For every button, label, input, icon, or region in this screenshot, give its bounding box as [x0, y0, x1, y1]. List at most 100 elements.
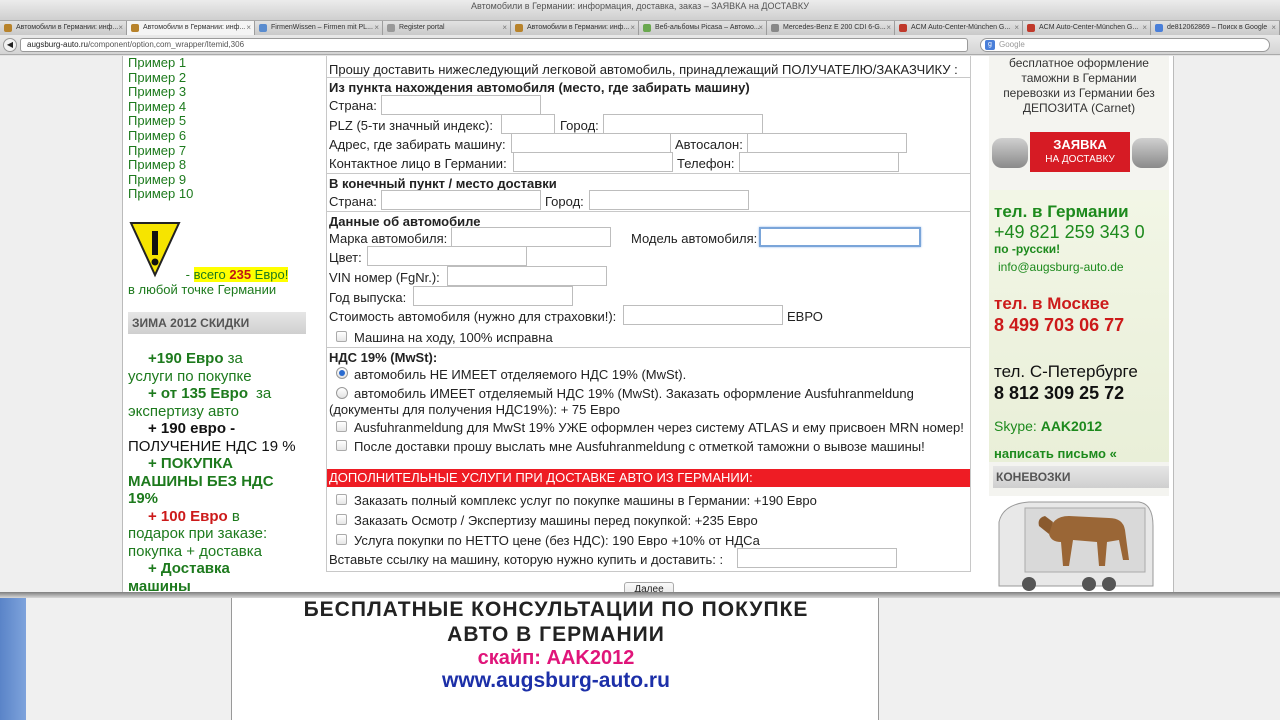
dealer-input[interactable]: [747, 133, 907, 153]
vat-option-1-radio[interactable]: [336, 367, 348, 379]
overlay-top-edge: [0, 592, 1280, 598]
extra-2-checkbox[interactable]: [336, 514, 347, 525]
close-tab-icon[interactable]: ×: [502, 21, 507, 35]
promo-caption: БЕСПЛАТНЫЕ КОНСУЛЬТАЦИИ ПО ПОКУПКЕ АВТО …: [231, 592, 879, 720]
promo-3-amount: + 190 евро: [148, 420, 227, 437]
sample-link-4[interactable]: Пример 4: [128, 99, 308, 115]
window-titlebar: Автомобили в Германии: информация, доста…: [0, 0, 1280, 21]
brand-input[interactable]: [451, 227, 611, 247]
close-tab-icon[interactable]: ×: [374, 21, 379, 35]
model-input[interactable]: [759, 227, 921, 247]
browser-tab[interactable]: Веб-альбомы Picasa – Автомо... ×: [639, 21, 767, 35]
search-input[interactable]: g Google: [980, 38, 1270, 52]
pickup-city-input[interactable]: [603, 114, 763, 134]
sample-link-9[interactable]: Пример 9: [128, 172, 308, 188]
order-delivery-banner[interactable]: ЗАЯВКА НА ДОСТАВКУ: [992, 130, 1168, 176]
running-label: Машина на ходу, 100% исправна: [354, 330, 553, 345]
dest-city-input[interactable]: [589, 190, 749, 210]
sample-link-8[interactable]: Пример 8: [128, 158, 308, 173]
dest-country-label: Страна:: [329, 194, 377, 209]
close-tab-icon[interactable]: ×: [1142, 21, 1147, 35]
sample-link-5[interactable]: Пример 5: [128, 114, 308, 129]
browser-tab[interactable]: Автомобили в Германии: инф... ×: [0, 21, 127, 35]
order-line-2: НА ДОСТАВКУ: [1045, 154, 1115, 165]
color-label: Цвет:: [329, 250, 362, 265]
tab-label: Автомобили в Германии: инф...: [16, 24, 119, 31]
close-tab-icon[interactable]: ×: [118, 21, 123, 35]
tab-label: Автомобили в Германии: инф...: [527, 24, 630, 31]
back-arrow-icon[interactable]: ◀: [3, 38, 17, 52]
germany-phone: +49 821 259 343 0: [994, 222, 1145, 242]
vat-option-4-checkbox[interactable]: [336, 440, 347, 451]
next-button[interactable]: Далее: [624, 582, 674, 592]
brand-label: Марка автомобиля:: [329, 231, 448, 246]
pickup-country-input[interactable]: [381, 95, 541, 115]
tab-label: de812062869 – Поиск в Google: [1167, 24, 1268, 31]
dest-country-input[interactable]: [381, 190, 541, 210]
order-delivery-label: ЗАЯВКА НА ДОСТАВКУ: [1030, 132, 1130, 172]
extra-3-checkbox[interactable]: [336, 534, 347, 545]
url-path: /component/option,com_wrapper/Itemid,306: [87, 40, 245, 49]
year-input[interactable]: [413, 286, 573, 306]
extra-1-checkbox[interactable]: [336, 494, 347, 505]
write-email-link[interactable]: написать письмо «: [994, 446, 1117, 461]
pickup-address-input[interactable]: [511, 133, 671, 153]
running-checkbox[interactable]: [336, 331, 347, 342]
promo-overlay: БЕСПЛАТНЫЕ КОНСУЛЬТАЦИИ ПО ПОКУПКЕ АВТО …: [0, 592, 1280, 720]
car-link-input[interactable]: [737, 548, 897, 568]
promo-3-text: ПОЛУЧЕНИЕ НДС 19 %: [128, 437, 296, 455]
sample-link-2[interactable]: Пример 2: [128, 70, 308, 86]
browser-tab-active[interactable]: Автомобили в Германии: инф... ×: [127, 21, 255, 35]
spb-phone: 8 812 309 25 72: [994, 383, 1125, 403]
browser-tab[interactable]: ACM Auto-Center-München G... ×: [895, 21, 1023, 35]
sample-link-6[interactable]: Пример 6: [128, 128, 308, 144]
desktop-edge: [0, 592, 26, 720]
price-highlight: всего 235 Евро!: [193, 267, 289, 282]
vat-option-2-label: автомобиль ИМЕЕТ отделяемый НДС 19% (MwS…: [354, 386, 914, 401]
phone-input[interactable]: [739, 152, 899, 172]
close-tab-icon[interactable]: ×: [758, 21, 763, 35]
browser-tab[interactable]: Автомобили в Германии: инф... ×: [511, 21, 639, 35]
customs-line-1: бесплатное оформление: [1009, 56, 1149, 70]
promo-caption-skype: скайп: AAK2012: [477, 647, 635, 669]
contact-input[interactable]: [513, 152, 673, 172]
browser-tab[interactable]: Register portal ×: [383, 21, 511, 35]
close-tab-icon[interactable]: ×: [1271, 21, 1276, 35]
search-placeholder: Google: [999, 40, 1025, 49]
car-left-icon: [992, 138, 1028, 168]
tab-label: ACM Auto-Center-München G...: [1039, 24, 1139, 31]
close-tab-icon[interactable]: ×: [246, 21, 251, 35]
color-input[interactable]: [367, 246, 527, 266]
promo-3-a: -: [226, 420, 236, 437]
vin-input[interactable]: [447, 266, 607, 286]
favicon-icon: [4, 24, 12, 32]
vat-option-2-radio[interactable]: [336, 387, 348, 399]
pickup-title: Из пункта нахождения автомобиля (место, …: [329, 80, 750, 95]
vat-option-3-checkbox[interactable]: [336, 421, 347, 432]
sample-link-7[interactable]: Пример 7: [128, 143, 308, 159]
close-tab-icon[interactable]: ×: [1014, 21, 1019, 35]
close-tab-icon[interactable]: ×: [630, 21, 635, 35]
favicon-icon: [131, 24, 139, 32]
extra-1-label: Заказать полный комплекс услуг по покупк…: [354, 493, 817, 508]
promo-caption-url[interactable]: www.augsburg-auto.ru: [232, 669, 880, 693]
pickup-country-label: Страна:: [329, 98, 377, 113]
vat-section: НДС 19% (MwSt): автомобиль НЕ ИМЕЕТ отде…: [327, 347, 970, 467]
browser-tab[interactable]: ACM Auto-Center-München G... ×: [1023, 21, 1151, 35]
sample-link-1[interactable]: Пример 1: [128, 56, 308, 71]
browser-tab[interactable]: de812062869 – Поиск в Google ×: [1151, 21, 1280, 35]
pickup-section: Из пункта нахождения автомобиля (место, …: [327, 77, 970, 173]
close-tab-icon[interactable]: ×: [886, 21, 891, 35]
sample-link-3[interactable]: Пример 3: [128, 85, 308, 100]
pickup-plz-input[interactable]: [501, 114, 555, 134]
email-link[interactable]: info@augsburg-auto.de: [998, 260, 1124, 274]
address-bar[interactable]: augsburg-auto.ru/component/option,com_wr…: [20, 38, 968, 52]
skype-label: Skype:: [994, 418, 1041, 434]
browser-tab[interactable]: Mercedes-Benz E 200 CDI 6-G... ×: [767, 21, 895, 35]
dest-city-label: Город:: [545, 194, 584, 209]
horse-trailer-image: [989, 496, 1169, 592]
sample-link-10[interactable]: Пример 10: [128, 187, 308, 202]
customs-line-2: таможни в Германии: [1021, 71, 1137, 85]
value-input[interactable]: [623, 305, 783, 325]
browser-tab[interactable]: FirmenWissen – Firmen mit PL... ×: [255, 21, 383, 35]
